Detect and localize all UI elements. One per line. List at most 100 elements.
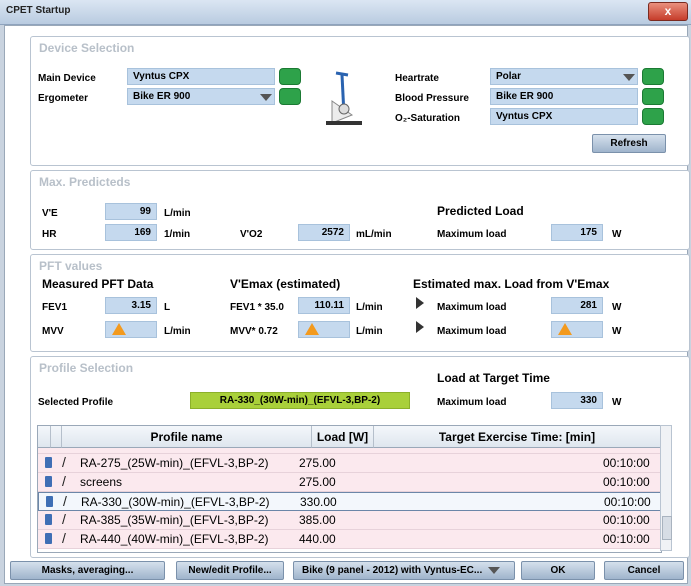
ve-label: V'E bbox=[42, 208, 58, 219]
connect-ergometer-button[interactable] bbox=[279, 88, 301, 105]
mvv-label: MVV bbox=[42, 326, 64, 337]
heartrate-select[interactable]: Polar bbox=[490, 68, 638, 85]
heartrate-label: Heartrate bbox=[395, 73, 439, 84]
fev1-value: 3.15 bbox=[105, 297, 157, 314]
profile-name-cell: RA-440_(40W-min)_(EFVL-3,BP-2) bbox=[80, 532, 269, 546]
target-load-value: 330 bbox=[551, 392, 603, 409]
profile-type-icon bbox=[45, 476, 52, 487]
blood-pressure-label: Blood Pressure bbox=[395, 93, 469, 104]
hr-label: HR bbox=[42, 229, 57, 240]
est1-unit: W bbox=[612, 302, 622, 313]
table-row[interactable]: / RA-385_(35W-min)_(EFVL-3,BP-2) 385.00 … bbox=[38, 511, 661, 530]
table-row[interactable]: / RA-440_(40W-min)_(EFVL-3,BP-2) 440.00 … bbox=[38, 530, 661, 549]
o2-saturation-label: O₂-Saturation bbox=[395, 113, 460, 124]
time-cell: 00:10:00 bbox=[603, 475, 650, 489]
load-cell: 275.00 bbox=[299, 456, 336, 470]
time-cell: 00:10:00 bbox=[603, 532, 650, 546]
connect-main-device-button[interactable] bbox=[279, 68, 301, 85]
ok-button[interactable]: OK bbox=[521, 561, 595, 580]
ramp-icon: / bbox=[62, 511, 66, 527]
type-column-header bbox=[51, 426, 62, 448]
layout-select[interactable]: Bike (9 panel - 2012) with Vyntus-EC... bbox=[293, 561, 515, 580]
fev1-label: FEV1 bbox=[42, 302, 68, 313]
o2-saturation-field[interactable]: Vyntus CPX bbox=[490, 108, 638, 125]
fev1x-label: FEV1 * 35.0 bbox=[230, 302, 284, 313]
vo2-unit: mL/min bbox=[356, 229, 392, 240]
profile-name-cell: RA-330_(30W-min)_(EFVL-3,BP-2) bbox=[81, 495, 270, 509]
scrollbar-thumb[interactable] bbox=[662, 516, 672, 540]
column-header-profile-name[interactable]: Profile name bbox=[62, 426, 312, 448]
profile-type-icon bbox=[45, 457, 52, 468]
time-cell: 00:10:00 bbox=[603, 456, 650, 470]
profile-type-icon bbox=[45, 514, 52, 525]
target-load-unit: W bbox=[612, 397, 622, 408]
ramp-icon: / bbox=[62, 530, 66, 546]
selected-profile-label: Selected Profile bbox=[38, 397, 114, 408]
load-cell: 440.00 bbox=[299, 532, 336, 546]
main-device-label: Main Device bbox=[38, 73, 96, 84]
vo2-value: 2572 bbox=[298, 224, 350, 241]
fev1x-value: 110.11 bbox=[298, 297, 350, 314]
connect-heartrate-button[interactable] bbox=[642, 68, 664, 85]
profile-name-cell: screens bbox=[80, 475, 123, 489]
ve-value: 99 bbox=[105, 203, 157, 220]
section-title: Profile Selection bbox=[39, 361, 134, 375]
table-row[interactable]: / RA-275_(25W-min)_(EFVL-3,BP-2) 275.00 … bbox=[38, 454, 661, 473]
chevron-down-icon bbox=[260, 94, 272, 101]
target-load-label: Maximum load bbox=[437, 397, 507, 408]
ramp-icon: / bbox=[63, 493, 67, 509]
predicted-load-heading: Predicted Load bbox=[437, 204, 524, 218]
selected-profile-field: RA-330_(30W-min)_(EFVL-3,BP-2) bbox=[190, 392, 410, 409]
est2-label: Maximum load bbox=[437, 326, 507, 337]
cancel-button[interactable]: Cancel bbox=[604, 561, 684, 580]
mvvx-label: MVV* 0.72 bbox=[230, 326, 278, 337]
close-button[interactable]: x bbox=[648, 2, 688, 21]
ramp-icon: / bbox=[62, 454, 66, 470]
load-cell: 385.00 bbox=[299, 513, 336, 527]
est1-value: 281 bbox=[551, 297, 603, 314]
main-device-field[interactable]: Vyntus CPX bbox=[127, 68, 275, 85]
window-title: CPET Startup bbox=[6, 5, 71, 16]
column-header-load[interactable]: Load [W] bbox=[312, 426, 374, 448]
refresh-button[interactable]: Refresh bbox=[592, 134, 666, 153]
arrow-right-icon bbox=[416, 321, 424, 333]
connect-blood-pressure-button[interactable] bbox=[642, 88, 664, 105]
profile-type-icon bbox=[45, 533, 52, 544]
predicted-load-unit: W bbox=[612, 229, 622, 240]
warning-icon bbox=[305, 323, 319, 335]
table-row[interactable]: / screens 275.00 00:10:00 bbox=[38, 473, 661, 492]
fev1x-unit: L/min bbox=[356, 302, 383, 313]
target-time-heading: Load at Target Time bbox=[437, 371, 550, 385]
vemax-heading: V'Emax (estimated) bbox=[230, 277, 341, 291]
section-title: Device Selection bbox=[39, 41, 135, 55]
vo2-label: V'O2 bbox=[240, 229, 263, 240]
predicted-load-label: Maximum load bbox=[437, 229, 507, 240]
blood-pressure-field[interactable]: Bike ER 900 bbox=[490, 88, 638, 105]
warning-icon bbox=[558, 323, 572, 335]
masks-averaging-button[interactable]: Masks, averaging... bbox=[10, 561, 165, 580]
section-title: Max. Predicteds bbox=[39, 175, 131, 189]
profile-name-cell: RA-385_(35W-min)_(EFVL-3,BP-2) bbox=[80, 513, 269, 527]
arrow-right-icon bbox=[416, 297, 424, 309]
measured-pft-heading: Measured PFT Data bbox=[42, 277, 154, 291]
mvvx-unit: L/min bbox=[356, 326, 383, 337]
chevron-down-icon bbox=[488, 567, 500, 574]
column-header-target-time[interactable]: Target Exercise Time: [min] bbox=[374, 426, 661, 448]
icon-column-header bbox=[38, 426, 51, 448]
mvv-unit: L/min bbox=[164, 326, 191, 337]
profile-table: Profile name Load [W] Target Exercise Ti… bbox=[37, 425, 662, 553]
bike-ergometer-icon bbox=[326, 71, 362, 125]
hr-unit: 1/min bbox=[164, 229, 191, 240]
new-edit-profile-button[interactable]: New/edit Profile... bbox=[176, 561, 284, 580]
table-scrollbar[interactable] bbox=[660, 425, 672, 551]
connect-o2-saturation-button[interactable] bbox=[642, 108, 664, 125]
ramp-icon: / bbox=[62, 473, 66, 489]
time-cell: 00:10:00 bbox=[603, 513, 650, 527]
table-row-selected[interactable]: / RA-330_(30W-min)_(EFVL-3,BP-2) 330.00 … bbox=[38, 492, 661, 511]
fev1-unit: L bbox=[164, 302, 171, 313]
est2-unit: W bbox=[612, 326, 622, 337]
estimated-load-heading: Estimated max. Load from V'Emax bbox=[413, 277, 610, 291]
time-cell: 00:10:00 bbox=[604, 495, 651, 509]
ergometer-select[interactable]: Bike ER 900 bbox=[127, 88, 275, 105]
profile-name-cell: RA-275_(25W-min)_(EFVL-3,BP-2) bbox=[80, 456, 269, 470]
